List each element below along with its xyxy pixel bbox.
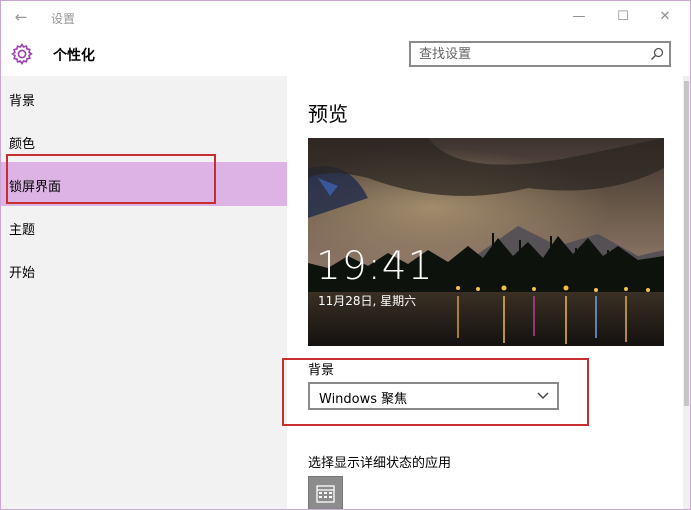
detailed-status-app-button[interactable] bbox=[308, 476, 343, 509]
sidebar-item-start[interactable]: 开始 bbox=[1, 248, 287, 292]
sidebar-item-label: 背景 bbox=[9, 94, 36, 109]
maximize-button[interactable]: ☐ bbox=[608, 5, 638, 29]
preview-heading: 预览 bbox=[308, 102, 348, 126]
sidebar-item-themes[interactable]: 主题 bbox=[1, 205, 287, 249]
gear-icon bbox=[11, 43, 33, 65]
main-content: 预览 19:41 11月28日, 星期六 背景 Windows 聚焦 选择显示详… bbox=[282, 76, 683, 509]
annotation-highlight-box bbox=[6, 154, 216, 204]
sidebar-item-label: 开始 bbox=[9, 266, 36, 281]
annotation-highlight-box bbox=[282, 358, 589, 426]
sidebar-item-background[interactable]: 背景 bbox=[1, 76, 287, 120]
sidebar: 背景 颜色 锁屏界面 主题 开始 bbox=[1, 76, 287, 509]
settings-window: ← 设置 — ☐ ✕ 个性化 背景 颜色 锁屏界面 主题 bbox=[0, 0, 691, 510]
sidebar-item-label: 主题 bbox=[9, 223, 36, 238]
search-icon[interactable] bbox=[649, 46, 665, 62]
lock-screen-time: 19:41 bbox=[316, 244, 434, 289]
close-button[interactable]: ✕ bbox=[650, 5, 680, 29]
back-arrow-icon[interactable]: ← bbox=[11, 7, 31, 27]
search-box[interactable] bbox=[409, 41, 671, 67]
calendar-icon bbox=[316, 485, 335, 503]
scrollbar[interactable] bbox=[683, 76, 690, 509]
minimize-button[interactable]: — bbox=[564, 5, 594, 29]
title-bar: ← 设置 — ☐ ✕ bbox=[1, 1, 690, 33]
sidebar-item-label: 颜色 bbox=[9, 137, 36, 152]
search-input[interactable] bbox=[411, 43, 639, 66]
scrollbar-thumb[interactable] bbox=[684, 81, 689, 406]
window-title: 设置 bbox=[51, 12, 76, 26]
lock-screen-date: 11月28日, 星期六 bbox=[318, 294, 417, 308]
lake-night-scene bbox=[308, 138, 664, 346]
lock-screen-preview: 19:41 11月28日, 星期六 bbox=[308, 138, 664, 346]
detailed-status-label: 选择显示详细状态的应用 bbox=[308, 456, 452, 471]
page-title: 个性化 bbox=[53, 48, 95, 64]
